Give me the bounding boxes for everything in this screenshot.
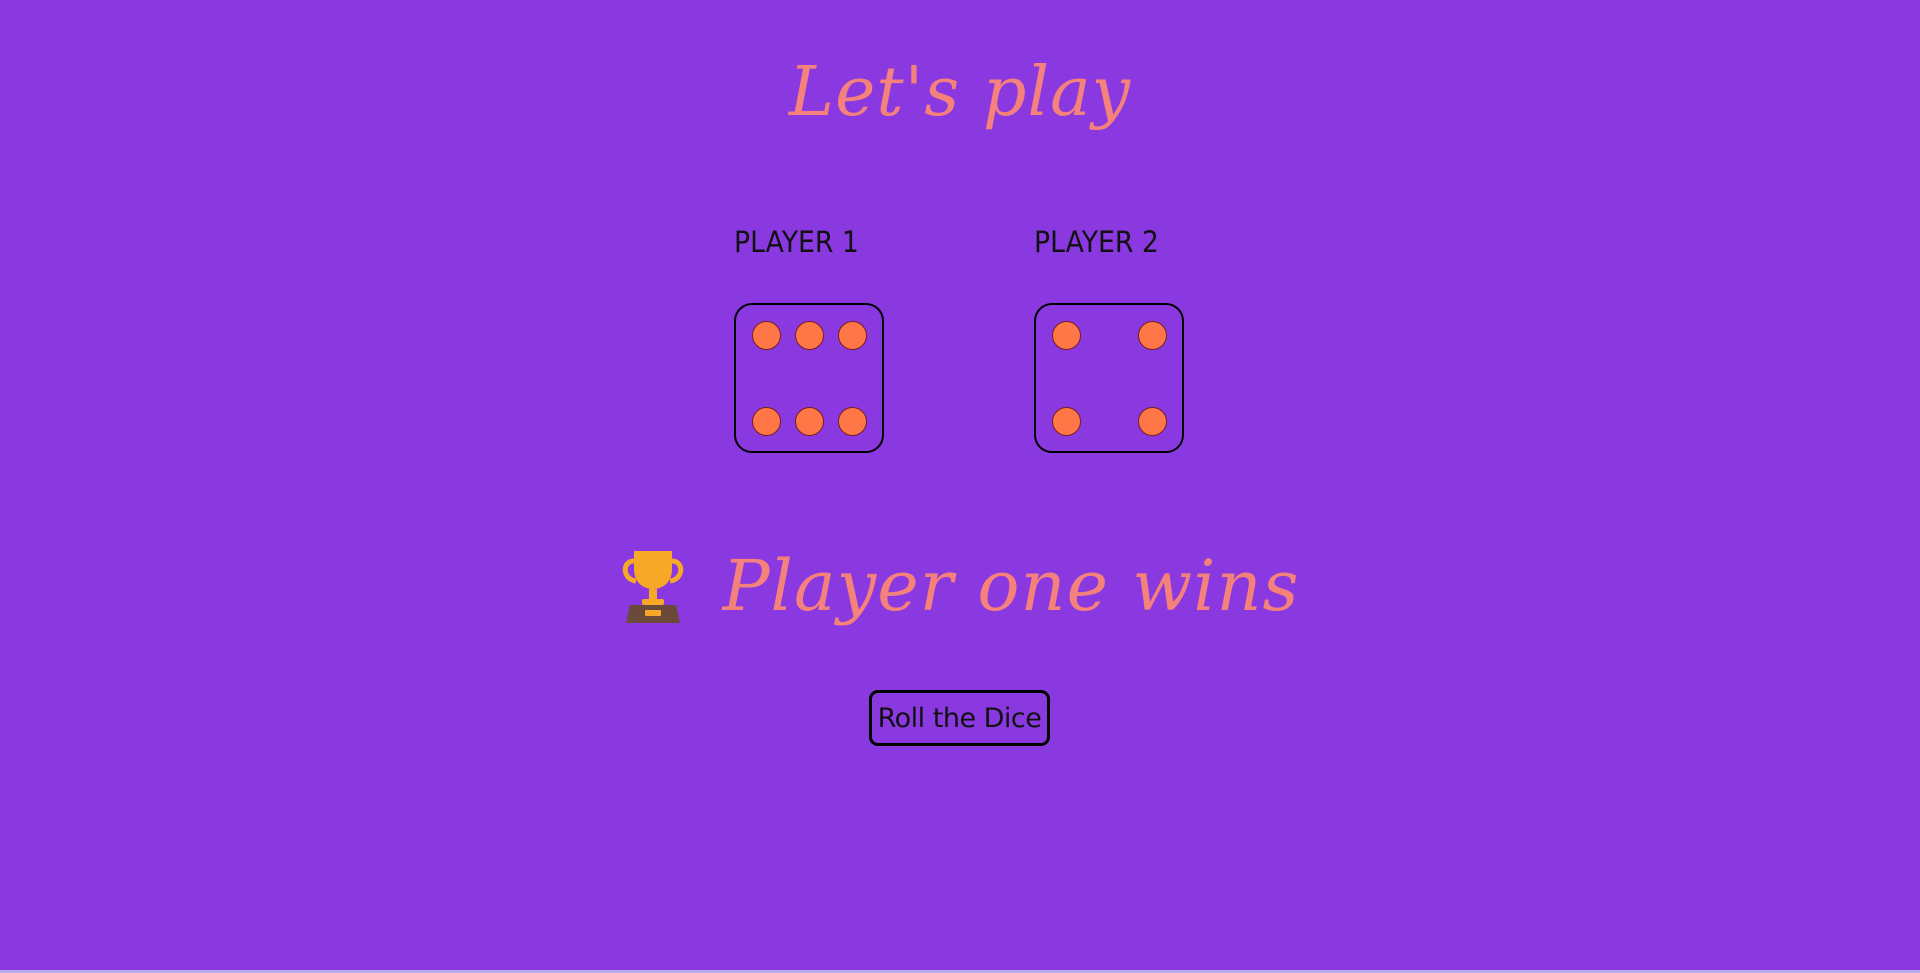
trophy-icon <box>623 551 684 623</box>
die-pip <box>1138 407 1167 436</box>
page-title: Let's play <box>788 53 1132 132</box>
die-pip <box>838 321 867 350</box>
result-banner: Player one wins <box>0 536 1920 636</box>
die-pip <box>752 407 781 436</box>
player-1-label: PLAYER 1 <box>734 225 859 259</box>
die-pip <box>1052 321 1081 350</box>
die-pip <box>752 321 781 350</box>
die-pip <box>838 407 867 436</box>
player-2-die <box>1034 303 1184 453</box>
player-1-die <box>734 303 884 453</box>
die-pip <box>795 321 824 350</box>
die-pip <box>1052 407 1081 436</box>
game-page: Let's play PLAYER 1 PLAYER 2 Player one … <box>0 0 1920 970</box>
roll-dice-button[interactable]: Roll the Dice <box>869 690 1050 746</box>
die-pip <box>795 407 824 436</box>
die-pip <box>1138 321 1167 350</box>
player-2-label: PLAYER 2 <box>1034 225 1159 259</box>
result-text: Player one wins <box>722 545 1300 627</box>
